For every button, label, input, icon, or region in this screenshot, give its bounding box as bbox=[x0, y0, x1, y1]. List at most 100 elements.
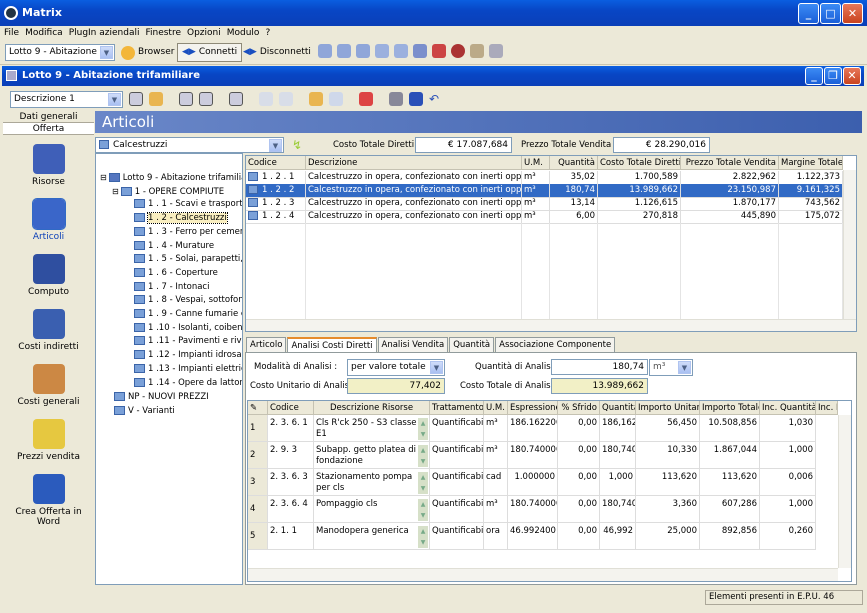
chevron-down-icon[interactable]: ▼ bbox=[108, 93, 121, 106]
resource-stepper[interactable]: ▲ ▼ bbox=[418, 445, 428, 467]
articles-col-header[interactable]: U.M. bbox=[522, 156, 550, 170]
close-button[interactable]: ✕ bbox=[842, 3, 863, 24]
tree-node[interactable]: 1 . 8 - Vespai, sottofondi bbox=[134, 294, 242, 307]
plugin-6-icon[interactable] bbox=[413, 44, 427, 58]
plugin-10-icon[interactable] bbox=[489, 44, 503, 58]
sidebar-item-computo[interactable]: Computo bbox=[3, 254, 94, 297]
article-code[interactable]: 1 . 2 . 2 bbox=[246, 184, 306, 198]
resource-cell[interactable]: Quantificabile bbox=[430, 442, 484, 469]
menu-item-opzioni[interactable]: Opzioni bbox=[187, 26, 221, 40]
article-cell[interactable]: Calcestruzzo in opera, confezionato con … bbox=[306, 210, 522, 224]
menu-item--[interactable]: ? bbox=[265, 26, 270, 40]
plugin-2-icon[interactable] bbox=[337, 44, 351, 58]
tree-node[interactable]: 1 . 7 - Intonaci bbox=[134, 281, 209, 294]
tree-node[interactable]: 1 . 1 - Scavi e trasporti bbox=[134, 198, 242, 211]
article-cell[interactable]: 175,072 bbox=[779, 210, 843, 224]
resource-cell[interactable]: Subapp. getto platea di fondazione bbox=[314, 442, 430, 469]
doc-close-button[interactable]: ✕ bbox=[843, 67, 861, 85]
tree-expand-icon[interactable] bbox=[259, 92, 273, 106]
sidebar-item-articoli[interactable]: Articoli bbox=[3, 198, 94, 242]
tab-analisi-vendita[interactable]: Analisi Vendita bbox=[377, 337, 449, 352]
tree-node[interactable]: 1 .10 - Isolanti, coibenta bbox=[134, 322, 242, 335]
article-cell[interactable]: m³ bbox=[522, 184, 550, 198]
resource-cell[interactable]: Quantificabile bbox=[430, 415, 484, 442]
edit-icon[interactable] bbox=[149, 92, 163, 106]
plugin-8-icon[interactable] bbox=[451, 44, 465, 58]
article-cell[interactable]: 23.150,987 bbox=[681, 184, 779, 198]
tab-associazione-componente[interactable]: Associazione Componente bbox=[495, 337, 616, 352]
refresh-icon[interactable]: ↯ bbox=[292, 138, 302, 152]
article-cell[interactable]: 1.700,589 bbox=[598, 171, 681, 185]
plugin-1-icon[interactable] bbox=[318, 44, 332, 58]
resource-stepper[interactable]: ▲ ▼ bbox=[418, 499, 428, 521]
resource-cell[interactable]: Quantificabile bbox=[430, 496, 484, 523]
view-icon[interactable] bbox=[229, 92, 243, 106]
resources-col-header[interactable]: Codice bbox=[268, 401, 314, 415]
browser-button[interactable]: Browser bbox=[117, 43, 178, 62]
article-cell[interactable]: 1.870,177 bbox=[681, 197, 779, 211]
article-cell[interactable]: Calcestruzzo in opera, confezionato con … bbox=[306, 197, 522, 211]
project-select[interactable]: Lotto 9 - Abitazione ... ▼ bbox=[5, 44, 115, 61]
resource-cell[interactable]: Cls R'ck 250 - S3 classe E1 bbox=[314, 415, 430, 442]
plugin-9-icon[interactable] bbox=[470, 44, 484, 58]
unit-select[interactable]: m³ ▼ bbox=[649, 359, 693, 376]
doc-minimize-button[interactable]: _ bbox=[805, 67, 823, 85]
menu-item-modulo[interactable]: Modulo bbox=[227, 26, 260, 40]
article-cell[interactable]: 743,562 bbox=[779, 197, 843, 211]
chevron-down-icon[interactable]: ▼ bbox=[678, 361, 691, 374]
menu-item-file[interactable]: File bbox=[4, 26, 19, 40]
menu-item-modifica[interactable]: Modifica bbox=[25, 26, 63, 40]
resources-col-header[interactable]: U.M. bbox=[484, 401, 508, 415]
modalita-select[interactable]: per valore totale ▼ bbox=[347, 359, 445, 376]
article-cell[interactable]: Calcestruzzo in opera, confezionato con … bbox=[306, 171, 522, 185]
menu-item-plugin-aziendali[interactable]: PlugIn aziendali bbox=[69, 26, 140, 40]
articles-col-header[interactable]: Costo Totale Diretti bbox=[598, 156, 681, 170]
tree-node[interactable]: 1 .14 - Opere da lattoniere bbox=[134, 377, 242, 390]
article-cell[interactable]: 2.822,962 bbox=[681, 171, 779, 185]
tree-node[interactable]: 1 . 2 - Calcestruzzi bbox=[134, 212, 228, 225]
grid-icon[interactable] bbox=[179, 92, 193, 106]
sidebar-item-prezzi-vendita[interactable]: Prezzi vendita bbox=[3, 419, 94, 462]
resources-col-header[interactable]: Quantità bbox=[600, 401, 636, 415]
description-select[interactable]: Descrizione 1 ▼ bbox=[10, 91, 123, 108]
chevron-down-icon[interactable]: ▼ bbox=[430, 361, 443, 374]
print-icon[interactable] bbox=[389, 92, 403, 106]
resources-col-header[interactable]: Espressione bbox=[508, 401, 558, 415]
maximize-button[interactable]: □ bbox=[820, 3, 841, 24]
tree-node[interactable]: NP - NUOVI PREZZI bbox=[112, 390, 209, 403]
plugin-3-icon[interactable] bbox=[356, 44, 370, 58]
articles-col-header[interactable]: Margine Totale bbox=[779, 156, 843, 170]
quantita-analisi-field[interactable]: 180,74 bbox=[551, 359, 648, 375]
article-cell[interactable]: 180,74 bbox=[550, 184, 598, 198]
sidebar-item-crea-offerta-in-word[interactable]: Crea Offerta in Word bbox=[3, 474, 94, 527]
resources-col-header[interactable]: Importo Totale bbox=[700, 401, 760, 415]
articles-col-header[interactable]: Descrizione bbox=[306, 156, 522, 170]
articles-col-header[interactable]: Prezzo Totale Vendita bbox=[681, 156, 779, 170]
tree-node[interactable]: 1 . 6 - Coperture bbox=[134, 267, 218, 280]
report-icon[interactable] bbox=[359, 92, 373, 106]
layout-icon[interactable] bbox=[129, 92, 143, 106]
tree-node[interactable]: 1 .12 - Impianti idrosanit bbox=[134, 349, 242, 362]
disconnetti-button[interactable]: ◀▶ Disconnetti bbox=[239, 43, 315, 62]
resource-stepper[interactable]: ▲ ▼ bbox=[418, 418, 428, 440]
tree-node[interactable]: ⊟ 1 - OPERE COMPIUTE bbox=[112, 185, 224, 198]
resources-col-header[interactable]: Descrizione Risorse bbox=[314, 401, 430, 415]
tree-node[interactable]: 1 . 3 - Ferro per cemento bbox=[134, 226, 242, 239]
resource-cell[interactable]: Quantificabile bbox=[430, 523, 484, 550]
tree-node[interactable]: ⊟ Lotto 9 - Abitazione trifamiliare bbox=[100, 171, 242, 184]
category-select[interactable]: Calcestruzzi ▼ bbox=[95, 137, 284, 153]
sidebar-tab-offerta[interactable]: Offerta bbox=[3, 123, 94, 135]
connetti-button[interactable]: ◀▶ Connetti bbox=[177, 43, 243, 62]
articles-col-header[interactable]: Quantità bbox=[550, 156, 598, 170]
expander-icon[interactable]: ⊟ bbox=[112, 187, 119, 196]
article-code[interactable]: 1 . 2 . 1 bbox=[246, 171, 306, 185]
resources-hscroll[interactable] bbox=[248, 568, 838, 581]
resource-cell[interactable]: Stazionamento pompa per cls bbox=[314, 469, 430, 496]
article-code[interactable]: 1 . 2 . 4 bbox=[246, 210, 306, 224]
article-cell[interactable]: 1.122,373 bbox=[779, 171, 843, 185]
tree-node[interactable]: V - Varianti bbox=[112, 404, 175, 417]
save-icon[interactable] bbox=[409, 92, 423, 106]
article-cell[interactable]: 6,00 bbox=[550, 210, 598, 224]
resources-col-header[interactable]: % Sfrido bbox=[558, 401, 600, 415]
sidebar-item-risorse[interactable]: Risorse bbox=[3, 144, 94, 187]
